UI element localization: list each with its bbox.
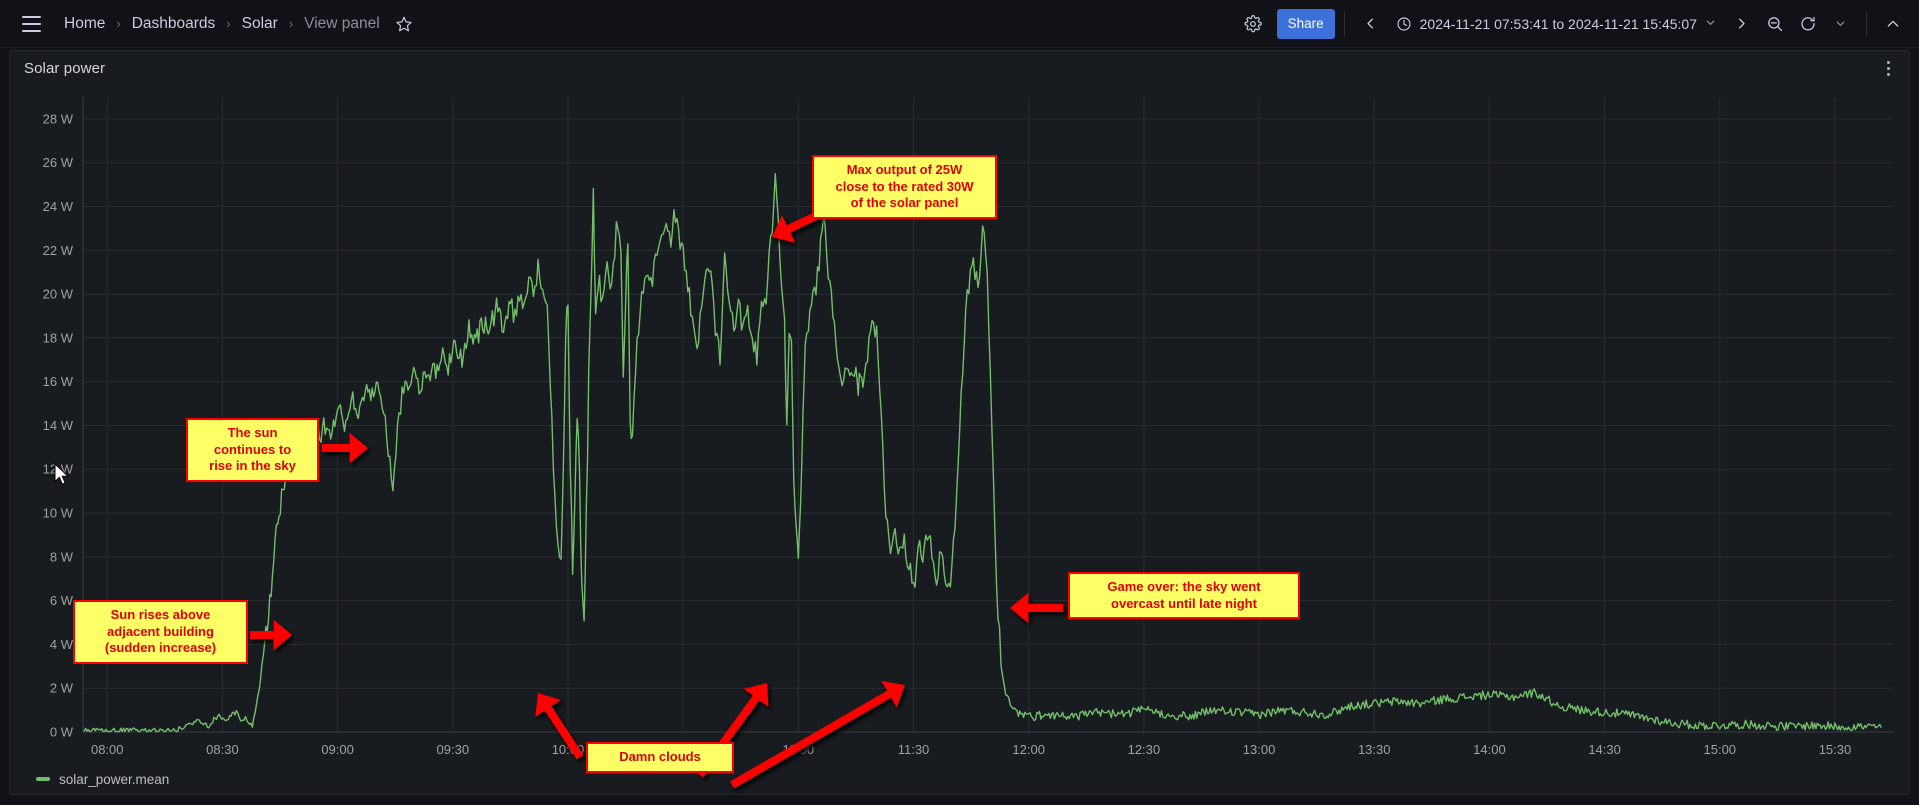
svg-text:16 W: 16 W: [43, 374, 74, 389]
time-range-label: 2024-11-21 07:53:41 to 2024-11-21 15:45:…: [1419, 15, 1697, 32]
svg-text:0 W: 0 W: [50, 725, 74, 740]
svg-text:14:30: 14:30: [1588, 742, 1621, 757]
svg-text:12:30: 12:30: [1128, 742, 1161, 757]
breadcrumb-item-view-panel: View panel: [304, 14, 380, 32]
toolbar-divider: [1866, 11, 1867, 36]
time-range-picker[interactable]: 2024-11-21 07:53:41 to 2024-11-21 15:45:…: [1387, 9, 1725, 39]
annotation-game-over: Game over: the sky went overcast until l…: [1068, 572, 1300, 620]
svg-text:12 W: 12 W: [43, 462, 74, 477]
top-navigation-bar: Home › Dashboards › Solar › View panel S…: [0, 0, 1919, 48]
gear-icon[interactable]: [1237, 7, 1270, 40]
solar-power-panel: Solar power 0 W 2 W 4 W 6 W 8 W 10 W 12 W 14 W 1…: [9, 50, 1910, 795]
chart-legend: solar_power.mean: [10, 762, 1909, 794]
star-favorite-icon[interactable]: [395, 15, 413, 33]
toolbar-divider: [1343, 11, 1345, 36]
breadcrumb-item-home[interactable]: Home: [62, 13, 107, 35]
legend-color-swatch: [36, 777, 50, 781]
svg-text:20 W: 20 W: [43, 287, 74, 302]
panel-header: Solar power: [10, 51, 1909, 85]
annotation-max-output: Max output of 25W close to the rated 30W…: [812, 155, 997, 219]
hamburger-menu-icon[interactable]: [14, 7, 48, 41]
svg-text:08:00: 08:00: [91, 742, 124, 757]
svg-text:09:00: 09:00: [321, 742, 354, 757]
svg-text:14:00: 14:00: [1473, 742, 1506, 757]
breadcrumb-separator: ›: [288, 16, 294, 31]
svg-text:24 W: 24 W: [43, 199, 74, 214]
page-title: Solar power: [24, 59, 106, 77]
svg-text:2 W: 2 W: [50, 681, 74, 696]
chevron-down-icon: [1705, 17, 1716, 31]
legend-series-label[interactable]: solar_power.mean: [59, 772, 169, 787]
zoom-out-icon[interactable]: [1758, 7, 1791, 40]
svg-text:14 W: 14 W: [43, 418, 74, 433]
annotation-damn-clouds: Damn clouds: [586, 742, 734, 773]
annotation-sun-rising: The sun continues to rise in the sky: [186, 418, 319, 482]
refresh-interval-dropdown[interactable]: [1824, 7, 1857, 40]
clock-icon: [1396, 16, 1412, 32]
svg-text:10 W: 10 W: [43, 506, 74, 521]
refresh-icon[interactable]: [1791, 7, 1824, 40]
time-range-next-button[interactable]: [1725, 7, 1758, 40]
svg-text:8 W: 8 W: [50, 549, 74, 564]
svg-text:13:30: 13:30: [1358, 742, 1391, 757]
breadcrumb-item-dashboards[interactable]: Dashboards: [130, 13, 218, 35]
share-button[interactable]: Share: [1276, 8, 1335, 39]
svg-text:26 W: 26 W: [43, 155, 74, 170]
breadcrumb-separator: ›: [226, 16, 231, 31]
topbar-actions: Share 2024-11-21 07:53:41 to 2024-11-21 …: [1237, 7, 1909, 40]
svg-text:15:30: 15:30: [1819, 742, 1852, 757]
svg-text:18 W: 18 W: [43, 330, 74, 345]
annotation-sun-above-building: Sun rises above adjacent building (sudde…: [73, 600, 248, 664]
svg-text:6 W: 6 W: [50, 593, 74, 608]
svg-text:12:00: 12:00: [1012, 742, 1045, 757]
svg-text:13:00: 13:00: [1243, 742, 1276, 757]
kebab-menu-icon[interactable]: [1875, 55, 1901, 81]
collapse-toolbar-icon[interactable]: [1876, 7, 1909, 40]
svg-text:15:00: 15:00: [1704, 742, 1737, 757]
breadcrumb: Home › Dashboards › Solar › View panel: [62, 13, 382, 35]
time-series-plot[interactable]: 0 W 2 W 4 W 6 W 8 W 10 W 12 W 14 W 16 W 18 W 20 W 2…: [10, 85, 1909, 794]
breadcrumb-separator: ›: [116, 16, 121, 31]
svg-text:08:30: 08:30: [206, 742, 239, 757]
svg-text:22 W: 22 W: [43, 243, 74, 258]
breadcrumb-item-solar[interactable]: Solar: [240, 13, 280, 35]
svg-text:09:30: 09:30: [437, 742, 470, 757]
svg-text:4 W: 4 W: [50, 637, 74, 652]
svg-text:11:30: 11:30: [898, 742, 930, 757]
svg-text:28 W: 28 W: [43, 111, 74, 126]
time-range-previous-button[interactable]: [1354, 7, 1387, 40]
